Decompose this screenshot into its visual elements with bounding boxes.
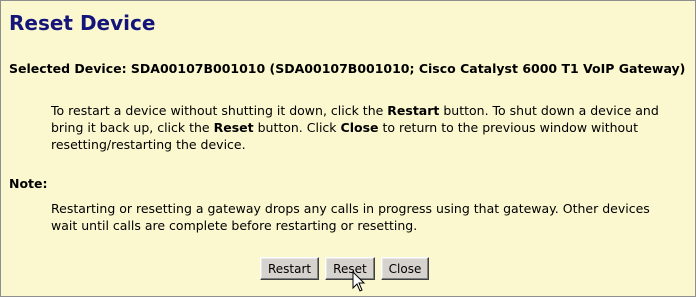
restart-button[interactable]: Restart xyxy=(260,257,320,280)
page-title: Reset Device xyxy=(9,11,156,35)
instructions-part3: button. Click xyxy=(253,120,341,135)
action-buttons: Restart Reset Close xyxy=(260,257,430,280)
note-text: Restarting or resetting a gateway drops … xyxy=(51,201,650,233)
selected-device-text: Selected Device: SDA00107B001010 (SDA001… xyxy=(9,61,686,76)
reset-device-panel: Reset Device Selected Device: SDA00107B0… xyxy=(0,0,696,297)
reset-button[interactable]: Reset xyxy=(325,257,375,280)
instructions-close-word: Close xyxy=(340,120,379,135)
instructions-part1: To restart a device without shutting it … xyxy=(51,103,388,118)
instructions-reset-word: Reset xyxy=(213,120,254,135)
note-label: Note: xyxy=(9,176,48,191)
close-button[interactable]: Close xyxy=(380,257,430,280)
mouse-pointer-icon xyxy=(352,271,366,292)
instructions-text: To restart a device without shutting it … xyxy=(51,102,676,153)
instructions-restart-word: Restart xyxy=(387,103,440,118)
